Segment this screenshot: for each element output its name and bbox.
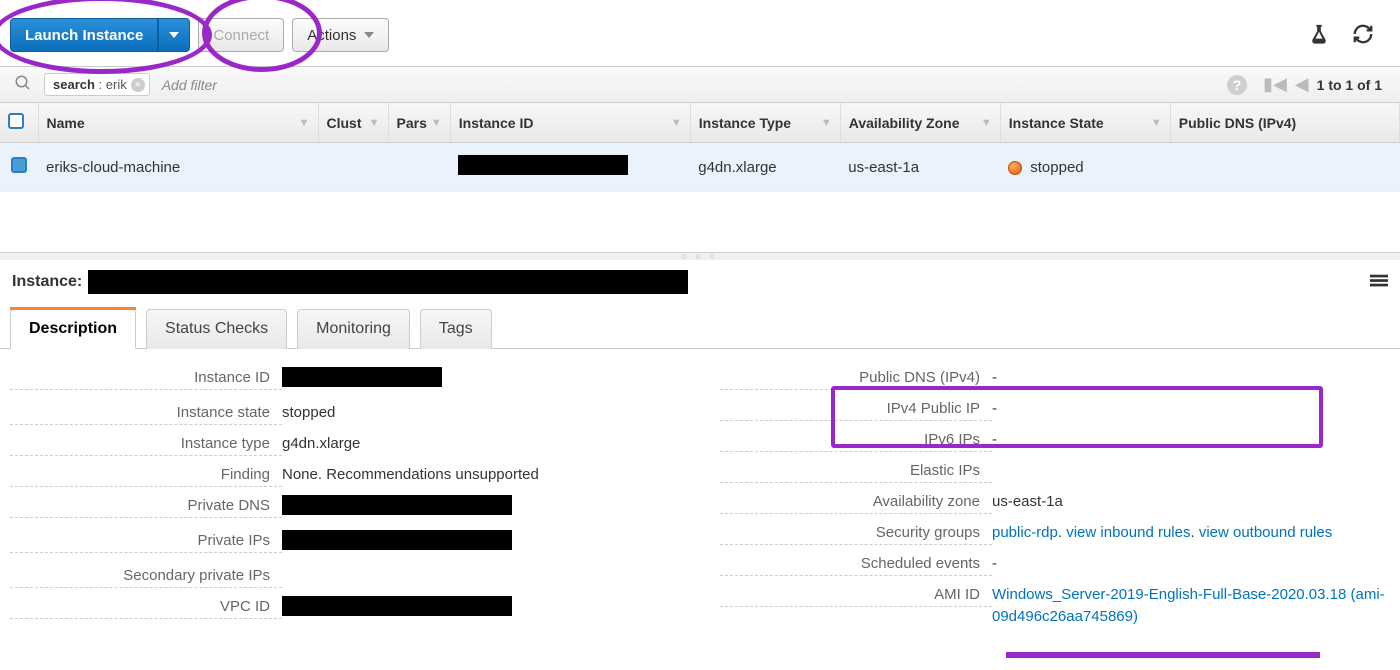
launch-instance-dropdown[interactable] — [158, 18, 190, 52]
col-instance-type[interactable]: Instance Type▼ — [690, 103, 840, 143]
pager: ▮◀ ◀ 1 to 1 of 1 — [1255, 74, 1390, 95]
launch-instance-button[interactable]: Launch Instance — [10, 18, 158, 52]
lbl-instance-state: Instance state — [10, 402, 282, 425]
row-checkbox[interactable] — [11, 157, 27, 173]
val-vpc-id — [282, 596, 680, 623]
col-instance-id[interactable]: Instance ID▼ — [450, 103, 690, 143]
panel-size-icon[interactable] — [1370, 274, 1388, 291]
lbl-finding: Finding — [10, 464, 282, 487]
details-right-col: Public DNS (IPv4)- IPv4 Public IP- IPv6 … — [720, 367, 1390, 636]
val-ami-id: Windows_Server-2019-English-Full-Base-20… — [992, 584, 1390, 628]
val-private-dns — [282, 495, 680, 522]
select-all-checkbox[interactable] — [8, 113, 24, 129]
tab-description[interactable]: Description — [10, 309, 136, 349]
detail-header: Instance: — [0, 260, 1400, 298]
lbl-vpc-id: VPC ID — [10, 596, 282, 619]
cell-pdns — [1170, 143, 1399, 192]
col-state[interactable]: Instance State▼ — [1000, 103, 1170, 143]
tab-tags[interactable]: Tags — [420, 309, 492, 349]
link-ami-id[interactable]: Windows_Server-2019-English-Full-Base-20… — [992, 586, 1385, 625]
cell-cluster — [318, 143, 388, 192]
cell-name: eriks-cloud-machine — [38, 143, 318, 192]
launch-instance-group: Launch Instance — [10, 18, 190, 52]
chip-remove-icon[interactable]: × — [131, 78, 145, 92]
actions-button[interactable]: Actions — [292, 18, 389, 52]
lbl-public-dns: Public DNS (IPv4) — [720, 367, 992, 390]
filter-bar: search : erik × Add filter ? ▮◀ ◀ 1 to 1… — [0, 67, 1400, 103]
val-ipv6: - — [992, 429, 1390, 451]
flask-icon[interactable] — [1308, 23, 1330, 48]
annotation-underline-ami — [1006, 652, 1320, 658]
val-instance-type: g4dn.xlarge — [282, 433, 680, 455]
col-name[interactable]: Name▼ — [38, 103, 318, 143]
pane-splitter[interactable]: ○ ○ ○ — [0, 252, 1400, 260]
details-left-col: Instance ID Instance statestopped Instan… — [10, 367, 680, 636]
pager-prev-icon[interactable]: ◀ — [1295, 74, 1309, 95]
cell-state: stopped — [1000, 143, 1170, 192]
instances-table: Name▼ Clust▼ Pars▼ Instance ID▼ Instance… — [0, 103, 1400, 192]
lbl-public-ip: IPv4 Public IP — [720, 398, 992, 421]
val-instance-state: stopped — [282, 402, 680, 424]
add-filter-input[interactable]: Add filter — [158, 77, 1219, 93]
caret-down-icon — [364, 32, 374, 38]
tab-status-checks[interactable]: Status Checks — [146, 309, 287, 349]
cell-az: us-east-1a — [840, 143, 1000, 192]
lbl-ipv6: IPv6 IPs — [720, 429, 992, 452]
lbl-security-groups: Security groups — [720, 522, 992, 545]
link-inbound-rules[interactable]: view inbound rules — [1066, 524, 1190, 541]
col-az[interactable]: Availability Zone▼ — [840, 103, 1000, 143]
chip-key: search — [53, 77, 95, 92]
action-bar: Launch Instance Connect Actions — [0, 0, 1400, 67]
val-public-ip: - — [992, 398, 1390, 420]
detail-tabs: Description Status Checks Monitoring Tag… — [0, 298, 1400, 349]
cell-instance-type: g4dn.xlarge — [690, 143, 840, 192]
filter-chip[interactable]: search : erik × — [44, 73, 150, 96]
lbl-secondary-ips: Secondary private IPs — [10, 565, 282, 588]
col-pars[interactable]: Pars▼ — [388, 103, 450, 143]
val-az: us-east-1a — [992, 491, 1390, 513]
launch-instance-label: Launch Instance — [25, 27, 143, 44]
top-right-icons — [1308, 23, 1390, 48]
lbl-instance-type: Instance type — [10, 433, 282, 456]
val-public-dns: - — [992, 367, 1390, 389]
actions-label: Actions — [307, 27, 356, 44]
connect-label: Connect — [213, 27, 269, 44]
search-icon[interactable] — [10, 74, 36, 95]
cell-instance-id — [450, 143, 690, 192]
col-pdns[interactable]: Public DNS (IPv4) — [1170, 103, 1399, 143]
state-dot-icon — [1008, 161, 1022, 175]
link-outbound-rules[interactable]: view outbound rules — [1199, 524, 1332, 541]
refresh-icon[interactable] — [1352, 23, 1374, 48]
lbl-scheduled-events: Scheduled events — [720, 553, 992, 576]
chip-value: erik — [106, 77, 127, 92]
val-scheduled-events: - — [992, 553, 1390, 575]
lbl-instance-id: Instance ID — [10, 367, 282, 390]
detail-header-label: Instance: — [12, 273, 82, 291]
caret-down-icon — [169, 32, 179, 38]
table-header-row: Name▼ Clust▼ Pars▼ Instance ID▼ Instance… — [0, 103, 1400, 143]
lbl-private-ips: Private IPs — [10, 530, 282, 553]
table-row[interactable]: eriks-cloud-machine g4dn.xlarge us-east-… — [0, 143, 1400, 192]
val-instance-id — [282, 367, 680, 394]
lbl-ami-id: AMI ID — [720, 584, 992, 607]
lbl-private-dns: Private DNS — [10, 495, 282, 518]
details-panel: Instance ID Instance statestopped Instan… — [0, 349, 1400, 636]
pager-first-icon[interactable]: ▮◀ — [1263, 74, 1287, 95]
connect-button[interactable]: Connect — [198, 18, 284, 52]
link-security-group[interactable]: public-rdp — [992, 524, 1058, 541]
detail-header-value — [88, 270, 688, 294]
cell-pars — [388, 143, 450, 192]
help-icon[interactable]: ? — [1227, 75, 1247, 95]
val-private-ips — [282, 530, 680, 557]
pager-text: 1 to 1 of 1 — [1317, 77, 1382, 93]
lbl-az: Availability zone — [720, 491, 992, 514]
val-security-groups: public-rdp. view inbound rules. view out… — [992, 522, 1390, 544]
tab-monitoring[interactable]: Monitoring — [297, 309, 410, 349]
val-finding: None. Recommendations unsupported — [282, 464, 680, 486]
lbl-elastic-ips: Elastic IPs — [720, 460, 992, 483]
col-cluster[interactable]: Clust▼ — [318, 103, 388, 143]
